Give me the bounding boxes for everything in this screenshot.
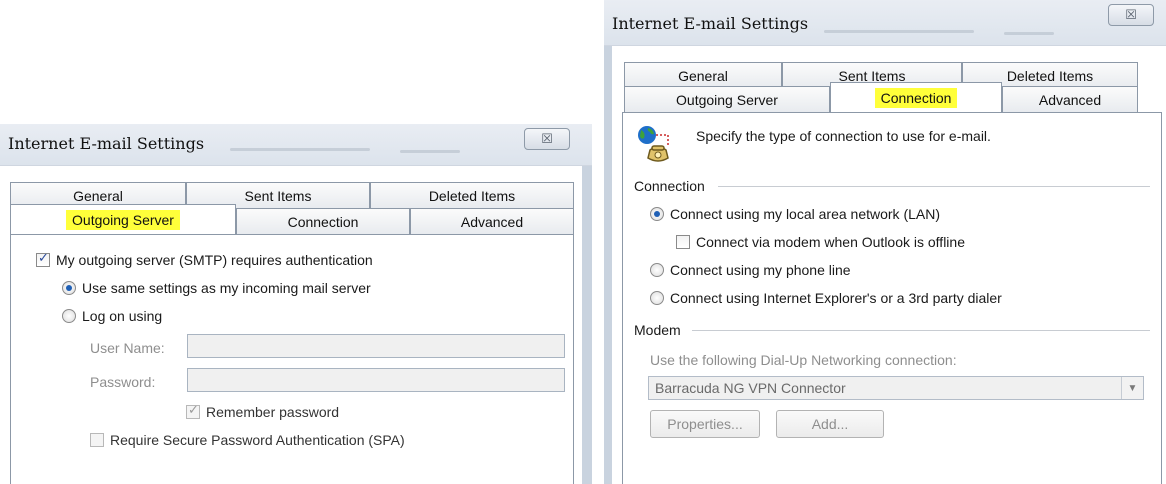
close-icon: ☒: [1125, 7, 1137, 23]
same-settings-radio[interactable]: [62, 281, 76, 295]
tab-outgoing-server[interactable]: Outgoing Server: [10, 204, 236, 234]
log-on-radio[interactable]: [62, 309, 76, 323]
username-label: User Name:: [90, 340, 165, 356]
ie-dialer-radio[interactable]: [650, 291, 664, 305]
modem-group-line: [692, 330, 1150, 331]
properties-button-label: Properties...: [667, 416, 743, 432]
tab-label-highlighted: Outgoing Server: [66, 209, 180, 230]
smtp-auth-label: My outgoing server (SMTP) requires authe…: [56, 252, 373, 268]
title-smudge: [1004, 32, 1054, 35]
title-smudge: [230, 148, 370, 151]
left-settings-dialog: Internet E-mail Settings ☒ General Sent …: [0, 124, 592, 484]
ie-dialer-radio-row[interactable]: Connect using Internet Explorer's or a 3…: [650, 290, 1002, 306]
lan-label: Connect using my local area network (LAN…: [670, 206, 941, 222]
lan-radio-row[interactable]: Connect using my local area network (LAN…: [650, 206, 940, 222]
tab-general[interactable]: General: [624, 62, 782, 88]
tab-label: General: [73, 187, 123, 204]
tab-advanced[interactable]: Advanced: [410, 208, 574, 234]
same-settings-label: Use same settings as my incoming mail se…: [82, 280, 371, 296]
username-field[interactable]: [187, 334, 565, 358]
smtp-auth-checkbox-row[interactable]: My outgoing server (SMTP) requires authe…: [36, 251, 373, 268]
tab-label: Deleted Items: [1006, 67, 1094, 84]
modem-group-label: Modem: [634, 322, 681, 338]
connection-group-line: [718, 186, 1150, 187]
remember-password-row[interactable]: Remember password: [186, 403, 340, 420]
title-smudge: [824, 30, 974, 33]
left-close-button[interactable]: ☒: [524, 128, 570, 150]
tab-label: Sent Items: [244, 187, 312, 204]
dialup-select-value: Barracuda NG VPN Connector: [655, 380, 846, 396]
title-smudge: [400, 150, 460, 153]
right-close-button[interactable]: ☒: [1108, 4, 1154, 26]
remember-password-checkbox[interactable]: [186, 403, 200, 419]
left-dialog-title: Internet E-mail Settings: [8, 134, 205, 153]
remember-password-label: Remember password: [206, 404, 340, 420]
connection-group-label: Connection: [634, 178, 705, 194]
tab-label: Advanced: [1038, 91, 1102, 108]
lan-radio[interactable]: [650, 207, 664, 221]
dialup-select[interactable]: Barracuda NG VPN Connector ▼: [648, 376, 1144, 400]
globe-phone-icon: [634, 124, 682, 168]
modem-offline-checkbox[interactable]: [676, 235, 690, 249]
tab-label: Outgoing Server: [676, 91, 778, 108]
tab-label-highlighted: Connection: [874, 87, 958, 108]
add-button[interactable]: Add...: [776, 410, 884, 438]
modem-offline-label: Connect via modem when Outlook is offlin…: [696, 234, 965, 250]
connection-intro-text: Specify the type of connection to use fo…: [696, 128, 991, 144]
password-label: Password:: [90, 374, 156, 390]
right-window-left-edge: [604, 46, 612, 484]
spa-label: Require Secure Password Authentication (…: [110, 432, 405, 448]
tab-connection[interactable]: Connection: [236, 208, 410, 234]
left-window-right-edge: [582, 166, 592, 484]
dropdown-arrow-icon[interactable]: ▼: [1121, 377, 1143, 399]
log-on-radio-row[interactable]: Log on using: [62, 308, 162, 324]
right-settings-dialog: Internet E-mail Settings ☒ General Sent …: [604, 0, 1166, 484]
tab-outgoing-server[interactable]: Outgoing Server: [624, 86, 830, 112]
ie-dialer-label: Connect using Internet Explorer's or a 3…: [670, 290, 1002, 306]
tab-label: General: [678, 67, 728, 84]
log-on-label: Log on using: [82, 308, 163, 324]
tab-deleted-items[interactable]: Deleted Items: [370, 182, 574, 208]
phone-line-label: Connect using my phone line: [670, 262, 851, 278]
modem-offline-checkbox-row[interactable]: Connect via modem when Outlook is offlin…: [676, 234, 965, 250]
tab-connection[interactable]: Connection: [830, 82, 1002, 112]
add-button-label: Add...: [811, 416, 849, 432]
phone-line-radio[interactable]: [650, 263, 664, 277]
phone-line-radio-row[interactable]: Connect using my phone line: [650, 262, 851, 278]
tab-label: Connection: [287, 213, 359, 230]
left-title-bar: Internet E-mail Settings ☒: [0, 124, 592, 166]
tab-label: Deleted Items: [428, 187, 516, 204]
close-icon: ☒: [541, 131, 553, 147]
right-title-bar: Internet E-mail Settings ☒: [604, 0, 1166, 46]
spa-checkbox-row[interactable]: Require Secure Password Authentication (…: [90, 432, 405, 448]
tab-advanced[interactable]: Advanced: [1002, 86, 1138, 112]
tab-label: Advanced: [460, 213, 524, 230]
password-field[interactable]: [187, 368, 565, 392]
spa-checkbox[interactable]: [90, 433, 104, 447]
right-dialog-title: Internet E-mail Settings: [612, 14, 809, 33]
same-settings-radio-row[interactable]: Use same settings as my incoming mail se…: [62, 280, 371, 296]
properties-button[interactable]: Properties...: [650, 410, 760, 438]
smtp-auth-checkbox[interactable]: [36, 251, 50, 267]
dialup-label: Use the following Dial-Up Networking con…: [650, 352, 957, 368]
